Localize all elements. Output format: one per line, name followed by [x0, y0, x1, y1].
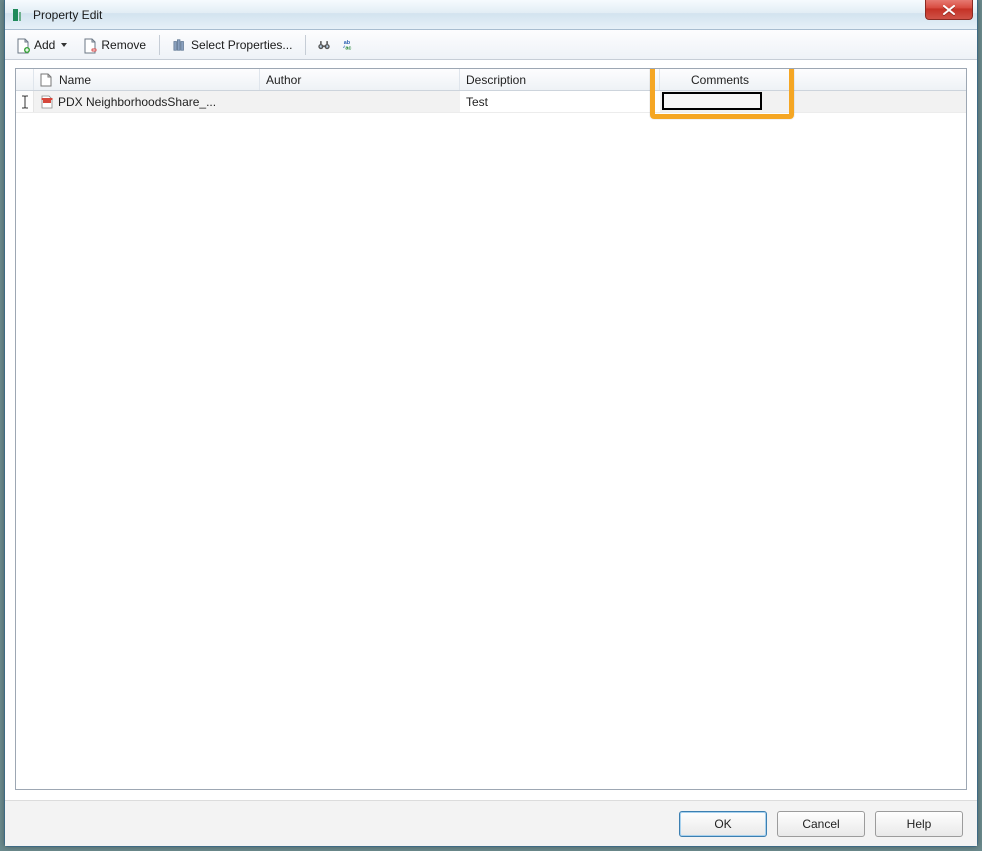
close-button[interactable] [925, 0, 973, 20]
cancel-label: Cancel [802, 817, 839, 831]
find-button[interactable] [312, 33, 336, 57]
column-header-comments[interactable]: Comments [660, 69, 780, 90]
column-header-author-label: Author [266, 73, 301, 87]
app-icon [11, 7, 27, 23]
replace-button[interactable]: ab ac [338, 33, 362, 57]
cell-name-text: PDX NeighborhoodsShare_... [58, 95, 216, 109]
pdf-icon [40, 95, 54, 109]
property-edit-dialog: Property Edit Add [4, 0, 978, 847]
select-properties-label: Select Properties... [191, 38, 292, 52]
cancel-button[interactable]: Cancel [777, 811, 865, 837]
text-cursor-icon [21, 95, 29, 109]
add-label: Add [34, 38, 55, 52]
ok-label: OK [714, 817, 731, 831]
remove-document-icon [83, 38, 97, 52]
remove-button[interactable]: Remove [76, 33, 153, 57]
toolbar-separator [159, 35, 160, 55]
cell-description-text: Test [466, 95, 488, 109]
window-title: Property Edit [33, 8, 102, 22]
titlebar[interactable]: Property Edit [5, 0, 977, 30]
binoculars-icon [317, 38, 331, 52]
cell-author[interactable] [260, 91, 460, 112]
column-header-name-label: Name [59, 73, 91, 87]
select-properties-button[interactable]: Select Properties... [166, 33, 299, 57]
add-document-icon [16, 38, 30, 52]
property-grid[interactable]: Name Author Description Comments [15, 68, 967, 790]
find-replace-icon: ab ac [343, 38, 357, 52]
cell-comments[interactable] [660, 91, 780, 112]
row-edit-indicator [16, 91, 34, 112]
column-header-description-label: Description [466, 73, 526, 87]
column-header-name[interactable]: Name [34, 69, 260, 90]
toolbar-separator [305, 35, 306, 55]
cell-name[interactable]: PDX NeighborhoodsShare_... [34, 91, 260, 112]
add-button[interactable]: Add [9, 33, 74, 57]
column-header-author[interactable]: Author [260, 69, 460, 90]
column-header-comments-label: Comments [691, 73, 749, 87]
dialog-footer: OK Cancel Help [5, 800, 977, 846]
ok-button[interactable]: OK [679, 811, 767, 837]
chevron-down-icon [61, 43, 67, 47]
grid-header: Name Author Description Comments [16, 69, 966, 91]
help-button[interactable]: Help [875, 811, 963, 837]
document-icon [40, 73, 54, 87]
content-area: Name Author Description Comments [5, 60, 977, 800]
comments-input[interactable] [667, 93, 757, 109]
table-row[interactable]: PDX NeighborhoodsShare_... Test [16, 91, 966, 113]
comments-edit-cell[interactable] [662, 92, 762, 110]
cell-description[interactable]: Test [460, 91, 660, 112]
columns-icon [173, 38, 187, 52]
toolbar: Add Remove S [5, 30, 977, 60]
help-label: Help [907, 817, 932, 831]
column-header-indicator[interactable] [16, 69, 34, 90]
svg-text:ac: ac [346, 45, 352, 51]
column-header-description[interactable]: Description [460, 69, 660, 90]
remove-label: Remove [101, 38, 146, 52]
